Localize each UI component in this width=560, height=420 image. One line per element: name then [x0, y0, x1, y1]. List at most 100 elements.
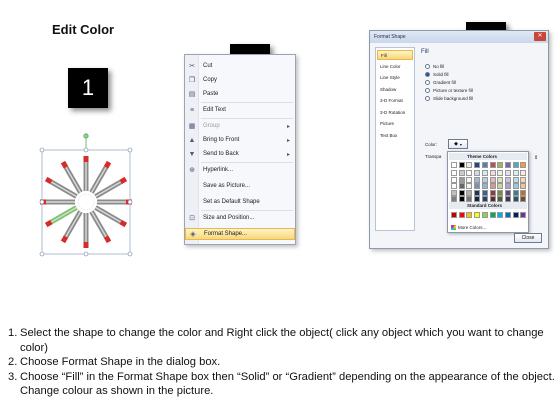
theme-color-swatch[interactable]: [512, 183, 519, 189]
theme-color-swatch[interactable]: [451, 176, 457, 183]
resize-handle[interactable]: [39, 199, 45, 205]
theme-color-swatch[interactable]: [481, 170, 488, 176]
theme-color-swatch[interactable]: [458, 176, 465, 183]
theme-color-swatch[interactable]: [451, 183, 457, 189]
theme-color-swatch[interactable]: [481, 189, 488, 196]
resize-handle[interactable]: [83, 251, 89, 257]
radio-button[interactable]: [425, 88, 430, 93]
theme-color-swatch[interactable]: [497, 176, 504, 183]
fill-option-slide-background-fill[interactable]: Slide background fill: [425, 96, 473, 101]
radio-button[interactable]: [425, 96, 430, 101]
theme-color-swatch[interactable]: [489, 170, 496, 176]
nav-item-line-color[interactable]: Line Color: [377, 62, 413, 72]
theme-color-swatch[interactable]: [489, 183, 496, 189]
theme-color-swatch[interactable]: [466, 170, 473, 176]
theme-color-swatch[interactable]: [504, 162, 511, 168]
standard-color-swatch[interactable]: [474, 212, 481, 218]
theme-color-swatch[interactable]: [474, 189, 481, 196]
theme-color-swatch[interactable]: [512, 176, 519, 183]
theme-color-swatch[interactable]: [489, 176, 496, 183]
theme-color-swatch[interactable]: [466, 162, 473, 168]
menu-item-hyperlink[interactable]: ⊕ Hyperlink...: [185, 164, 295, 176]
standard-color-swatch[interactable]: [458, 212, 465, 218]
resize-handle[interactable]: [39, 251, 45, 257]
theme-color-swatch[interactable]: [458, 162, 465, 168]
menu-item-cut[interactable]: ✂ Cut: [185, 60, 295, 72]
standard-color-swatch[interactable]: [504, 212, 511, 218]
fill-option-gradient-fill[interactable]: Gradient fill: [425, 80, 456, 85]
menu-item-size-and-position[interactable]: ⊡ Size and Position...: [185, 212, 295, 224]
standard-color-swatch[interactable]: [466, 212, 473, 218]
resize-handle[interactable]: [127, 147, 133, 153]
nav-item-shadow[interactable]: Shadow: [377, 85, 413, 95]
spin-icon[interactable]: ⇕: [534, 155, 538, 161]
theme-color-swatch[interactable]: [458, 170, 465, 176]
standard-color-swatch[interactable]: [451, 212, 457, 218]
theme-color-swatch[interactable]: [520, 176, 527, 183]
standard-color-swatch[interactable]: [489, 212, 496, 218]
radio-button[interactable]: [425, 64, 430, 69]
resize-handle[interactable]: [39, 147, 45, 153]
close-button[interactable]: Close: [514, 233, 542, 243]
theme-color-swatch[interactable]: [520, 183, 527, 189]
theme-color-swatch[interactable]: [474, 170, 481, 176]
fill-option-no-fill[interactable]: No fill: [425, 64, 444, 69]
menu-item-bring-to-front[interactable]: ▲ Bring to Front ▸: [185, 134, 295, 146]
theme-color-swatch[interactable]: [489, 162, 496, 168]
nav-item-line-style[interactable]: Line Style: [377, 73, 413, 83]
theme-color-swatch[interactable]: [451, 162, 457, 168]
theme-color-swatch[interactable]: [474, 176, 481, 183]
menu-item-format-shape[interactable]: ◈ Format Shape...: [185, 228, 295, 240]
theme-color-swatch[interactable]: [481, 176, 488, 183]
theme-color-swatch[interactable]: [512, 162, 519, 168]
menu-item-paste[interactable]: ▤ Paste: [185, 88, 295, 100]
theme-color-swatch[interactable]: [497, 170, 504, 176]
theme-color-swatch[interactable]: [497, 183, 504, 189]
menu-item-send-to-back[interactable]: ▼ Send to Back ▸: [185, 148, 295, 160]
theme-color-swatch[interactable]: [458, 183, 465, 189]
theme-color-swatch[interactable]: [481, 183, 488, 189]
theme-color-swatch[interactable]: [466, 176, 473, 183]
nav-item-picture[interactable]: Picture: [377, 119, 413, 129]
theme-color-swatch[interactable]: [504, 176, 511, 183]
nav-item-3-d-rotation[interactable]: 3-D Rotation: [377, 108, 413, 118]
radial-pencil-shape[interactable]: [36, 132, 136, 260]
radio-button[interactable]: [425, 72, 430, 77]
more-colors-item[interactable]: More Colors...: [451, 225, 486, 231]
theme-color-swatch[interactable]: [504, 189, 511, 196]
standard-color-swatch[interactable]: [512, 212, 519, 218]
theme-color-swatch[interactable]: [520, 189, 527, 196]
theme-color-swatch[interactable]: [481, 162, 488, 168]
rotation-handle[interactable]: [83, 133, 89, 139]
theme-color-swatch[interactable]: [451, 189, 457, 196]
theme-color-swatch[interactable]: [489, 189, 496, 196]
fill-option-picture-or-texture-fill[interactable]: Picture or texture fill: [425, 88, 473, 93]
close-icon[interactable]: ✕: [534, 32, 546, 41]
theme-color-swatch[interactable]: [512, 170, 519, 176]
resize-handle[interactable]: [127, 199, 133, 205]
theme-color-swatch[interactable]: [504, 170, 511, 176]
theme-color-swatch[interactable]: [451, 170, 457, 176]
theme-color-swatch[interactable]: [466, 189, 473, 196]
theme-color-swatch[interactable]: [504, 183, 511, 189]
resize-handle[interactable]: [83, 147, 89, 153]
theme-color-swatch[interactable]: [458, 189, 465, 196]
menu-item-set-as-default-shape[interactable]: Set as Default Shape: [185, 196, 295, 208]
selected-shape[interactable]: [36, 132, 136, 260]
nav-item-3-d-format[interactable]: 3-D Format: [377, 96, 413, 106]
color-dropdown-button[interactable]: ◆ ▾: [448, 139, 468, 149]
menu-item-edit-text[interactable]: ≡ Edit Text: [185, 104, 295, 116]
fill-option-solid-fill[interactable]: Solid fill: [425, 72, 449, 77]
radio-button[interactable]: [425, 80, 430, 85]
theme-color-swatch[interactable]: [497, 189, 504, 196]
theme-color-swatch[interactable]: [474, 162, 481, 168]
theme-color-swatch[interactable]: [474, 183, 481, 189]
theme-color-swatch[interactable]: [466, 183, 473, 189]
standard-color-swatch[interactable]: [497, 212, 504, 218]
theme-color-swatch[interactable]: [520, 162, 527, 168]
theme-color-swatch[interactable]: [497, 162, 504, 168]
standard-color-swatch[interactable]: [520, 212, 527, 218]
menu-item-group[interactable]: ▦ Group ▸: [185, 120, 295, 132]
nav-item-fill[interactable]: Fill: [377, 50, 413, 60]
menu-item-save-as-picture[interactable]: Save as Picture...: [185, 180, 295, 192]
